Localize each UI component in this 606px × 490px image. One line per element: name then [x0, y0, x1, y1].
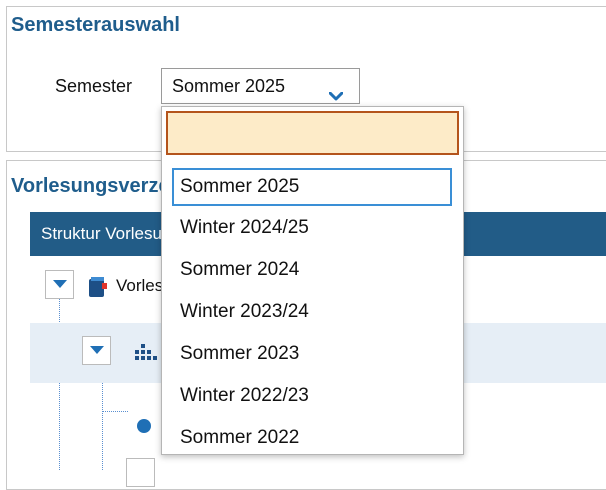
dropdown-option[interactable]: Sommer 2023	[172, 336, 452, 374]
chevron-down-icon	[90, 346, 104, 354]
dropdown-option[interactable]: Winter 2022/23	[172, 378, 452, 416]
tree-toggle-root[interactable]	[45, 270, 74, 299]
tree-toggle-child[interactable]	[82, 336, 111, 365]
bullet-icon	[136, 418, 152, 439]
dropdown-option[interactable]: Winter 2023/24	[172, 294, 452, 332]
tree-connector	[103, 411, 128, 412]
dropdown-option[interactable]: Sommer 2022	[172, 420, 452, 458]
chevron-down-icon	[328, 85, 344, 106]
semester-select[interactable]: Sommer 2025	[161, 68, 360, 104]
structure-icon	[133, 342, 159, 369]
semester-dropdown: Sommer 2025 Winter 2024/25 Sommer 2024 W…	[161, 106, 464, 455]
dropdown-search-input[interactable]	[166, 111, 459, 155]
dropdown-option[interactable]: Sommer 2025	[172, 168, 452, 206]
semester-select-value: Sommer 2025	[172, 76, 286, 96]
semester-label: Semester	[55, 76, 133, 96]
chevron-down-icon	[53, 280, 67, 288]
dropdown-option[interactable]: Winter 2024/25	[172, 210, 452, 248]
semester-selection-title: Semesterauswahl	[11, 14, 180, 36]
tree-toggle-collapsed[interactable]	[126, 458, 155, 487]
book-icon	[86, 276, 108, 303]
dropdown-option[interactable]: Sommer 2024	[172, 252, 452, 290]
